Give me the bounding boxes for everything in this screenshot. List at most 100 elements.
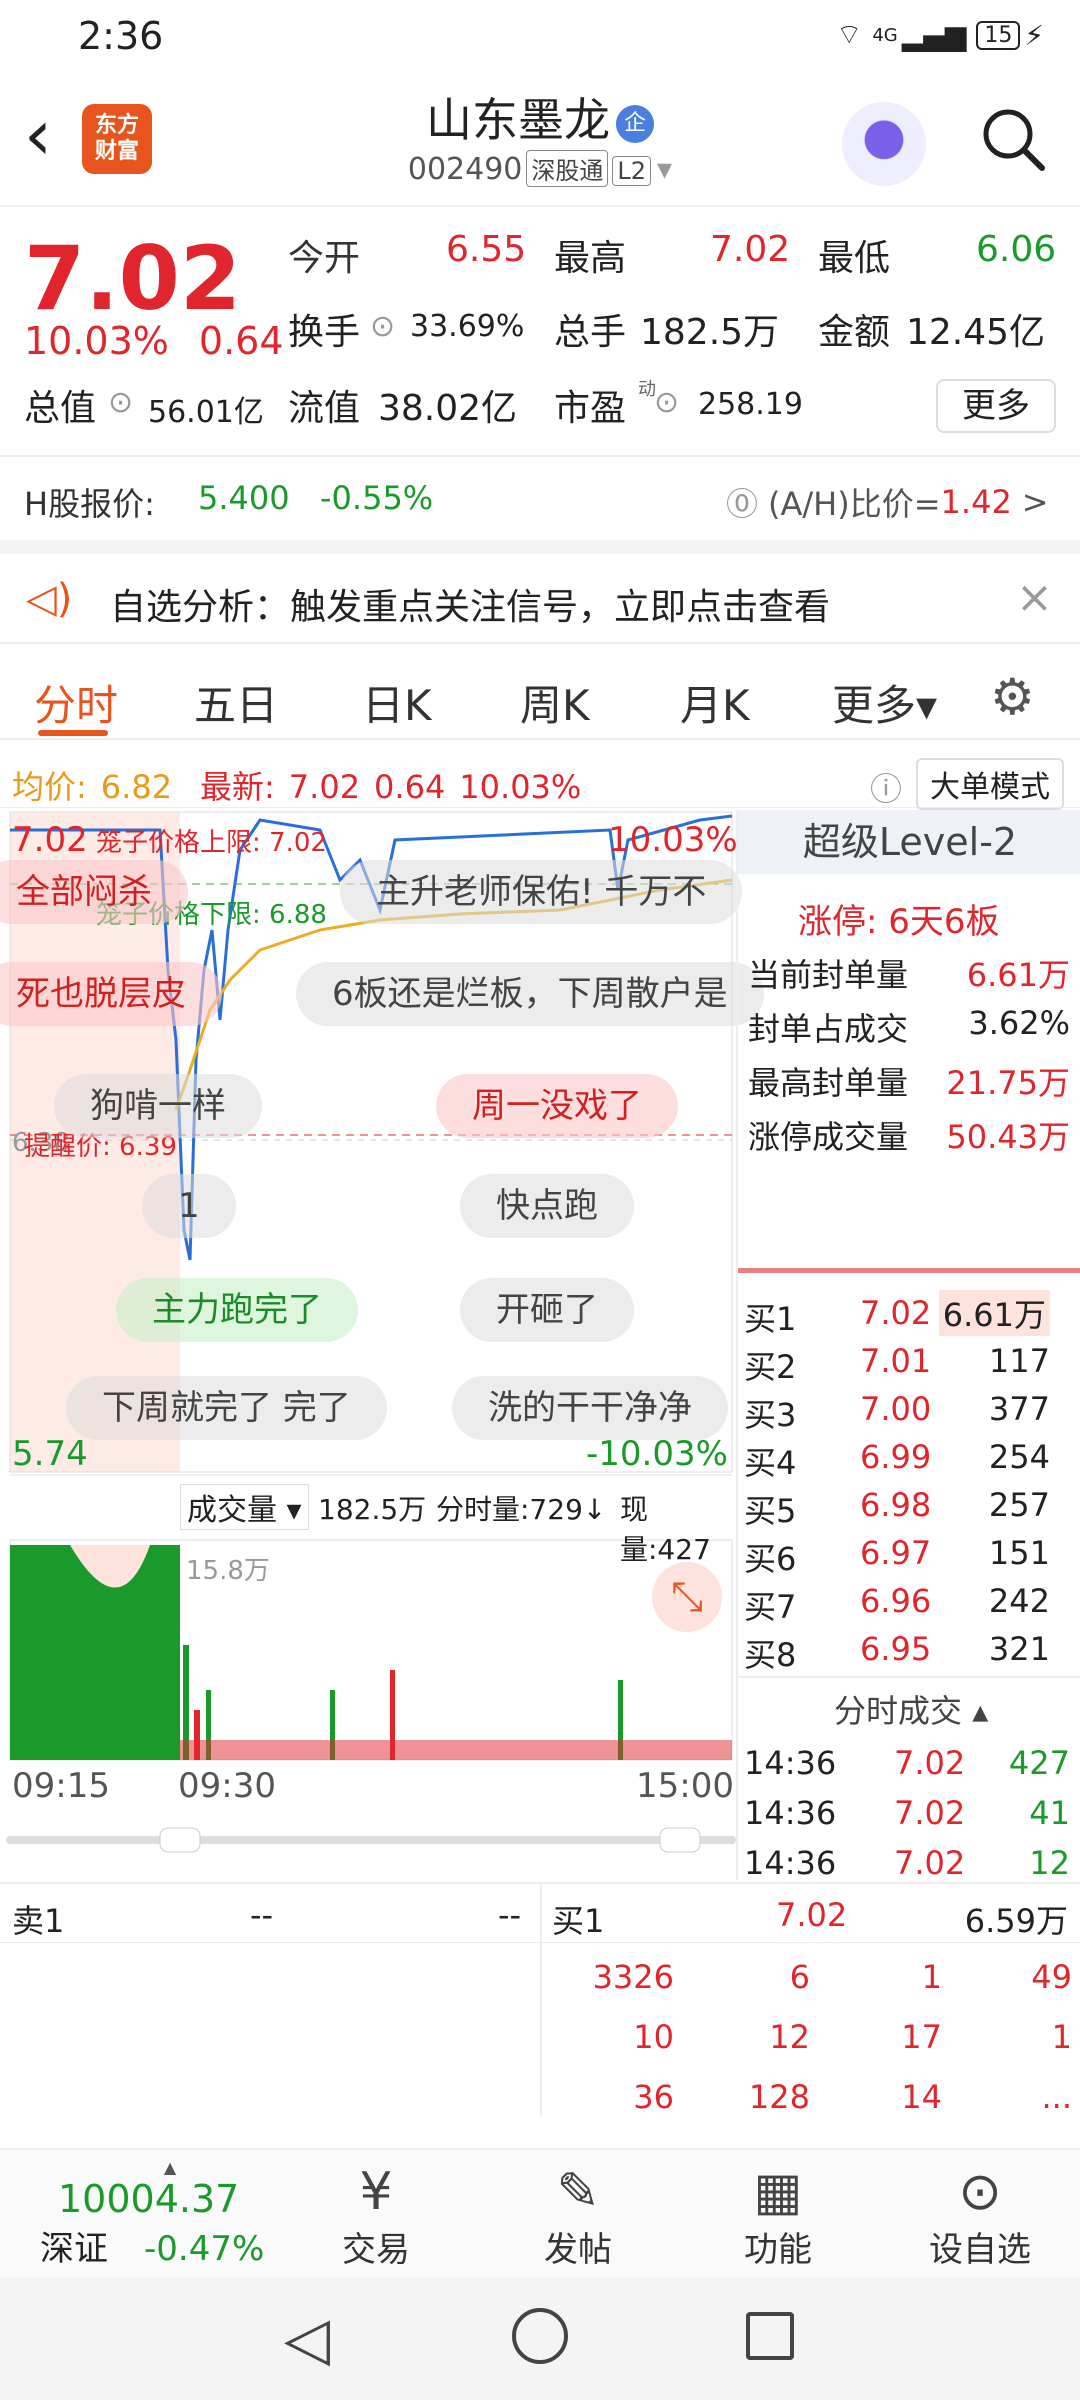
low-value: 6.06	[976, 229, 1057, 270]
danmu-bubble[interactable]: 周一没戏了	[436, 1074, 678, 1138]
tab-monthly-k[interactable]: 月K	[680, 672, 750, 733]
latest-info: 最新: 7.02 0.64 10.03%	[200, 762, 581, 808]
h-share-pct: -0.55%	[320, 479, 434, 517]
danmu-bubble[interactable]: 下周就完了 完了	[66, 1376, 387, 1440]
turnover-value: 33.69%	[410, 309, 525, 344]
level2-title[interactable]: 超级Level-2	[738, 810, 1080, 874]
ticks-title[interactable]: 分时成交 ▴	[834, 1686, 988, 1732]
stock-name: 山东墨龙	[426, 93, 610, 147]
stat-value: 21.75万	[946, 1064, 1070, 1102]
add-favorite-button[interactable]: ⊙ 设自选	[910, 2162, 1050, 2271]
danmu-bubble[interactable]: 狗啃一样	[54, 1074, 262, 1138]
notice-text: 自选分析：触发重点关注信号，立即点击查看	[110, 587, 831, 628]
tab-five-day[interactable]: 五日	[194, 672, 278, 733]
post-button[interactable]: ✎ 发帖	[508, 2162, 648, 2271]
danmu-bubble[interactable]: 快点跑	[460, 1174, 634, 1238]
upper-limit-label: 笼子价格上限: 7.02	[96, 828, 327, 858]
tick-price: 7.02	[894, 1844, 966, 1882]
danmu-bubble[interactable]: 全部闷杀	[0, 860, 188, 924]
queue-cell: 36	[633, 2078, 674, 2116]
buy1-label: 买1	[552, 1902, 605, 1940]
sell1-volume: --	[498, 1896, 522, 1934]
tab-daily-k[interactable]: 日K	[362, 672, 432, 733]
time-mid: 09:30	[178, 1766, 276, 1806]
tab-weekly-k[interactable]: 周K	[520, 672, 590, 733]
recents-nav-icon[interactable]	[746, 2312, 794, 2360]
intraday-chart[interactable]: 7.02 笼子价格上限: 7.02 10.03% 笼子价格下限: 6.88 6.…	[0, 810, 764, 1880]
danmu-bubble[interactable]: 主升老师保佑! 千万不	[340, 860, 743, 924]
enterprise-badge: 企	[616, 104, 654, 143]
cap-value: 56.01亿	[148, 395, 264, 430]
stat-value: 3.62%	[968, 1004, 1070, 1042]
tab-underline	[38, 730, 108, 736]
more-button[interactable]: 更多	[936, 379, 1056, 433]
danmu-bubble[interactable]: 6板还是烂板，下周散户是	[296, 962, 764, 1026]
search-icon[interactable]	[980, 106, 1046, 172]
tab-intraday[interactable]: 分时	[34, 672, 118, 733]
bid-volume: 257	[988, 1486, 1050, 1524]
divider	[738, 1268, 1080, 1273]
bid-label: 买2	[744, 1348, 797, 1386]
notice-bar[interactable]: ◁) 自选分析：触发重点关注信号，立即点击查看 ×	[0, 540, 1080, 644]
cap-info-icon[interactable]: ⊙	[108, 385, 133, 420]
expand-icon[interactable]: ⤡	[652, 1562, 722, 1632]
wifi-icon: ⌔	[835, 18, 863, 51]
queue-cell: 14	[901, 2078, 942, 2116]
caret-up-icon: ▲	[163, 2158, 177, 2177]
stat-label: 封单占成交	[748, 1010, 909, 1048]
tick-time: 14:36	[744, 1844, 837, 1882]
info-icon[interactable]: ⊙	[370, 309, 395, 344]
sell1-price: --	[250, 1896, 274, 1934]
turnover-label: 换手	[288, 312, 361, 353]
ah-ratio[interactable]: ⓪ (A/H)比价= 1.42 >	[726, 479, 1049, 525]
danmu-bubble[interactable]: 主力跑完了	[116, 1278, 358, 1342]
danmu-bubble[interactable]: 洗的干干净净	[452, 1376, 728, 1440]
chart-bottom-right: -10.03%	[586, 1434, 728, 1474]
volume-selector-label: 成交量	[187, 1493, 277, 1528]
latest-change: 0.64	[374, 768, 446, 806]
queue-cell: ...	[1041, 2078, 1072, 2116]
current-volume: 现量:427	[620, 1493, 711, 1566]
h-share-price: 5.400	[198, 479, 290, 517]
index-widget[interactable]: ▲ 10004.37 深证 -0.47%	[40, 2158, 300, 2270]
pe-info-icon[interactable]: ⊙	[654, 385, 679, 420]
help-icon[interactable]: ⓘ	[870, 764, 902, 810]
stat-label: 当前封单量	[748, 956, 909, 994]
bid-price: 7.02	[860, 1294, 932, 1332]
danmu-bubble[interactable]: 1	[142, 1174, 236, 1238]
h-share-label: H股报价:	[24, 485, 155, 523]
queue-cell: 1	[921, 1958, 942, 1996]
connect-tag: 深股通	[526, 150, 609, 187]
buy1-volume: 6.59万	[964, 1902, 1068, 1940]
stock-code: 002490	[407, 152, 523, 187]
close-icon[interactable]: ×	[1016, 572, 1053, 623]
tab-more[interactable]: 更多▾	[832, 672, 937, 733]
robot-avatar-icon[interactable]	[842, 102, 926, 186]
open-field: 今开	[288, 229, 360, 281]
cap-label: 总值	[24, 388, 97, 429]
amount-value: 12.45亿	[906, 312, 1046, 353]
bid-volume: 242	[988, 1582, 1050, 1620]
danmu-bubble[interactable]: 开砸了	[460, 1278, 634, 1342]
speaker-icon: ◁)	[26, 576, 73, 622]
danmu-bubble[interactable]: 死也脱层皮	[0, 962, 222, 1026]
low-label: 最低	[818, 238, 891, 279]
bid-volume: 321	[988, 1630, 1050, 1668]
big-order-mode-button[interactable]: 大单模式	[916, 758, 1064, 810]
volume-selector[interactable]: 成交量 ▾	[180, 1484, 309, 1530]
order-queue: 卖1 -- -- 买1 7.02 6.59万 3326 6 1 49 10 12…	[0, 1882, 1080, 2116]
charging-icon: ⚡	[1024, 19, 1044, 52]
bid-volume: 254	[988, 1438, 1050, 1476]
gear-icon[interactable]: ⚙	[990, 668, 1035, 726]
amount-label: 金额	[818, 312, 891, 353]
bid-volume: 6.61万	[938, 1290, 1050, 1336]
function-button[interactable]: ▦ 功能	[708, 2162, 848, 2271]
trade-button[interactable]: ¥ 交易	[306, 2162, 446, 2271]
current-price: 7.02	[24, 227, 242, 330]
quote-panel: 7.02 10.03% 0.64 今开 6.55 最高 7.02 最低 6.06 …	[0, 207, 1080, 537]
back-nav-icon[interactable]: ◁	[284, 2304, 330, 2374]
home-nav-icon[interactable]	[512, 2308, 568, 2364]
post-label: 发帖	[544, 2230, 612, 2270]
latest-label: 最新:	[200, 768, 275, 806]
bid-label: 买7	[744, 1588, 797, 1626]
